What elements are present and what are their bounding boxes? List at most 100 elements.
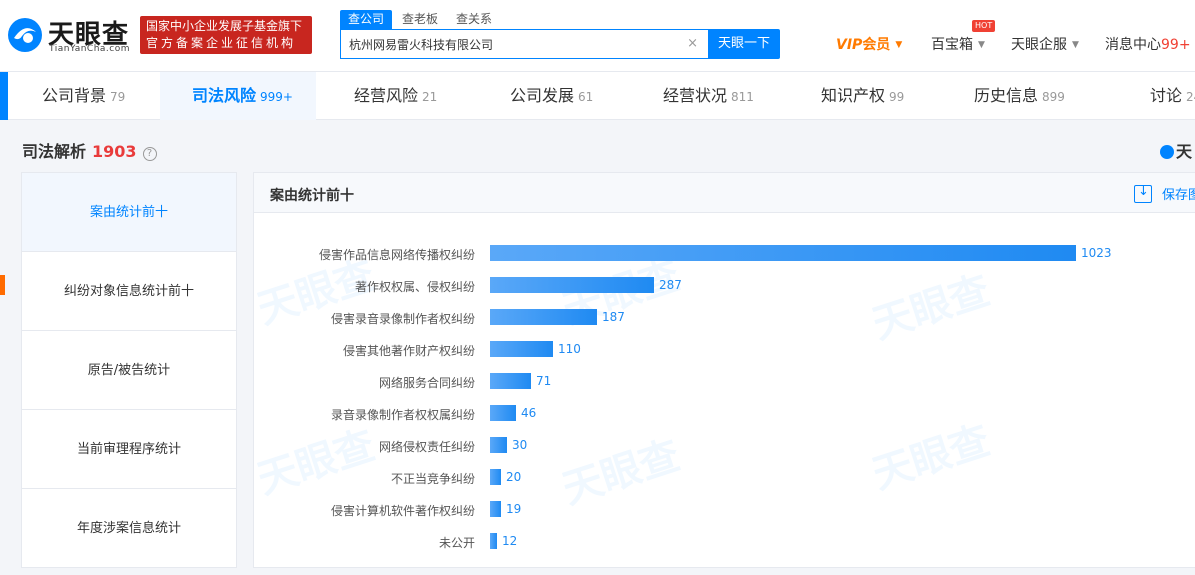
bar-category-label: 不正当竞争纠纷 [390, 472, 475, 486]
menu-trial-procedure[interactable]: 当前审理程序统计 [22, 410, 236, 489]
treasure-label: 百宝箱 [931, 37, 973, 53]
bar[interactable] [490, 309, 597, 325]
tab-count: 61 [578, 90, 594, 104]
menu-plaintiff-defendant[interactable]: 原告/被告统计 [22, 331, 236, 410]
tab-count: 21 [422, 90, 438, 104]
message-center[interactable]: 消息中心99+ [1105, 34, 1191, 54]
clear-icon[interactable]: × [687, 36, 698, 51]
tab-judicial-risk[interactable]: 司法风险 999+ [192, 72, 293, 120]
chart-title: 案由统计前十 [270, 188, 354, 204]
bar[interactable] [490, 245, 1076, 261]
bar-value-label: 287 [659, 278, 682, 292]
tab-label: 经营风险 [354, 86, 419, 105]
bar-value-label: 20 [506, 470, 522, 484]
tab-count: 999+ [260, 90, 293, 104]
treasure-menu[interactable]: 百宝箱 ▼ [931, 34, 985, 54]
tab-discussion[interactable]: 讨论24 [1150, 72, 1195, 120]
bar-value-label: 12 [502, 534, 518, 548]
message-label: 消息中心 [1105, 37, 1161, 53]
bar-category-label: 网络侵权责任纠纷 [378, 440, 475, 454]
tab-label: 历史信息 [974, 86, 1039, 105]
bar[interactable] [490, 405, 516, 421]
bar-value-label: 1023 [1081, 246, 1112, 260]
side-feedback-tab[interactable] [0, 275, 5, 295]
bar[interactable] [490, 501, 501, 517]
bar[interactable] [490, 437, 507, 453]
menu-dispute-target-top10[interactable]: 纠纷对象信息统计前十 [22, 252, 236, 331]
hot-badge: HOT [972, 20, 996, 32]
bar-category-label: 未公开 [438, 536, 475, 550]
fund-badge-line1: 国家中小企业发展子基金旗下 [146, 19, 303, 33]
tab-count: 811 [731, 90, 754, 104]
bar-value-label: 71 [536, 374, 552, 388]
tab-count: 79 [110, 90, 126, 104]
enterprise-service-menu[interactable]: 天眼企服 ▼ [1011, 34, 1079, 54]
caret-down-icon: ▼ [978, 40, 985, 50]
fund-badge: 国家中小企业发展子基金旗下 官方备案企业征信机构 [140, 16, 312, 54]
top-header: 天眼查 TianYanCha.com 国家中小企业发展子基金旗下 官方备案企业征… [0, 0, 1195, 72]
tab-label: 经营状况 [663, 86, 728, 105]
search-type-tabs: 查公司 查老板 查关系 [340, 10, 502, 29]
tab-label: 知识产权 [821, 86, 886, 105]
tab-company-development[interactable]: 公司发展 61 [510, 72, 593, 120]
search-tab-company[interactable]: 查公司 [340, 10, 393, 29]
caret-down-icon: ▼ [1072, 40, 1079, 50]
section-title: 司法解析 1903? [22, 138, 157, 162]
enterprise-label: 天眼企服 [1011, 37, 1067, 53]
bar-value-label: 187 [602, 310, 625, 324]
tab-intellectual-property[interactable]: 知识产权 99 [821, 72, 904, 120]
save-image-button[interactable]: 保存图 [1134, 184, 1195, 203]
bar-category-label: 著作权权属、侵权纠纷 [354, 280, 475, 294]
save-image-label: 保存图 [1162, 188, 1195, 203]
tab-label: 讨论 [1150, 86, 1183, 105]
tab-count: 24 [1186, 90, 1195, 104]
search-tab-relation[interactable]: 查关系 [448, 10, 500, 29]
tab-count: 99 [889, 90, 905, 104]
tab-history[interactable]: 历史信息 899 [974, 72, 1065, 120]
menu-case-cause-top10[interactable]: 案由统计前十 [22, 173, 236, 252]
search-input-value: 杭州网易雷火科技有限公司 [349, 38, 494, 52]
tab-operating-status[interactable]: 经营状况 811 [663, 72, 754, 120]
case-cause-bar-chart: 侵害作品信息网络传播权纠纷 1023 著作权权属、侵权纠纷 287 侵害录音录像制作者权… [253, 236, 1195, 556]
bar-value-label: 110 [558, 342, 581, 356]
brand-right-text: 天 [1176, 142, 1193, 161]
tab-count: 899 [1042, 90, 1065, 104]
analysis-menu: 案由统计前十 纠纷对象信息统计前十 原告/被告统计 当前审理程序统计 年度涉案信… [21, 172, 237, 568]
logo-eye-icon [8, 18, 42, 52]
download-icon [1134, 184, 1152, 203]
bar-category-label: 侵害其他著作财产权纠纷 [342, 344, 475, 358]
bar-category-label: 侵害作品信息网络传播权纠纷 [318, 248, 475, 262]
section-count: 1903 [92, 142, 137, 161]
section-title-text: 司法解析 [22, 142, 87, 161]
brand-watermark-logo: 天 [1160, 138, 1192, 162]
menu-annual-cases[interactable]: 年度涉案信息统计 [22, 489, 236, 568]
tab-label: 公司背景 [42, 86, 107, 105]
bar[interactable] [490, 373, 531, 389]
help-icon[interactable]: ? [142, 147, 157, 161]
tab-company-background[interactable]: 公司背景 79 [42, 72, 125, 120]
bar-category-label: 侵害录音录像制作者权纠纷 [330, 312, 475, 326]
bar-value-label: 30 [512, 438, 528, 452]
bar-category-label: 录音录像制作者权权属纠纷 [330, 408, 475, 422]
vip-member-label: 会员 [862, 37, 891, 53]
logo-domain: TianYanCha.com [49, 44, 131, 54]
brand-eye-icon [1160, 145, 1174, 159]
vip-label: VIP [836, 37, 863, 53]
vip-menu[interactable]: VIP会员 ▼ [836, 34, 902, 54]
tab-business-risk[interactable]: 经营风险 21 [354, 72, 437, 120]
bar[interactable] [490, 277, 654, 293]
bar-value-label: 46 [521, 406, 537, 420]
bar[interactable] [490, 469, 501, 485]
tab-label: 公司发展 [510, 86, 575, 105]
logo[interactable]: 天眼查 TianYanCha.com [6, 12, 136, 58]
tab-label: 司法风险 [192, 86, 257, 105]
search-tab-boss[interactable]: 查老板 [394, 10, 446, 29]
bar-category-label: 网络服务合同纠纷 [378, 376, 475, 390]
search-button[interactable]: 天眼一下 [708, 29, 780, 59]
message-count-badge: 99+ [1161, 37, 1191, 53]
bar[interactable] [490, 533, 497, 549]
bar[interactable] [490, 341, 553, 357]
fund-badge-line2: 官方备案企业征信机构 [146, 36, 297, 50]
tab-list: 公司背景 79 司法风险 999+ 经营风险 21 公司发展 61 经营状况 811 知识… [0, 72, 1195, 120]
search-input[interactable]: 杭州网易雷火科技有限公司 × [340, 29, 708, 59]
